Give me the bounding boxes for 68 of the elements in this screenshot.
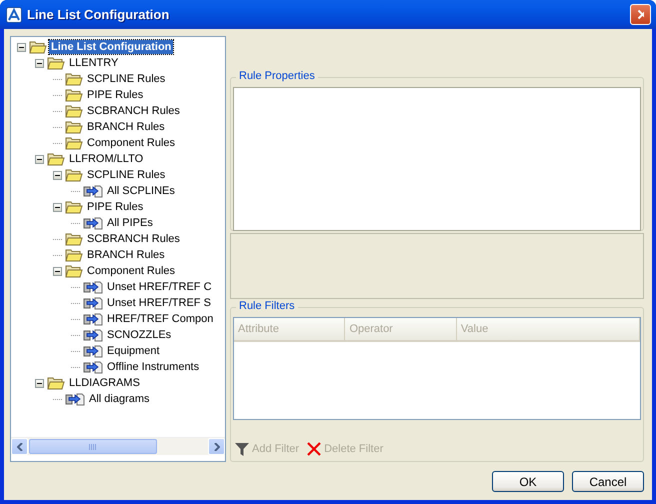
close-icon xyxy=(637,9,644,20)
arrow-page-icon xyxy=(83,280,103,294)
collapse-icon[interactable] xyxy=(53,202,62,212)
tree-item[interactable]: SCBRANCH Rules xyxy=(85,232,182,246)
close-button[interactable] xyxy=(630,4,651,25)
collapse-icon[interactable] xyxy=(35,154,44,164)
folder-icon xyxy=(65,120,83,134)
window-title: Line List Configuration xyxy=(27,7,170,22)
app-icon xyxy=(6,6,22,22)
arrow-page-icon xyxy=(83,344,103,358)
folder-icon xyxy=(29,40,47,54)
tree-item[interactable]: SCPLINE Rules xyxy=(85,168,168,182)
arrow-page-icon xyxy=(65,392,85,406)
folder-icon xyxy=(65,136,83,150)
scroll-left-button[interactable] xyxy=(11,438,28,455)
group-title: Rule Filters xyxy=(236,300,298,312)
tree-item[interactable]: LLFROM/LLTO xyxy=(67,152,146,166)
x-icon xyxy=(307,442,322,456)
collapse-icon[interactable] xyxy=(17,42,26,52)
group-title: Rule Properties xyxy=(236,70,318,82)
chevron-right-icon xyxy=(214,442,220,450)
arrow-page-icon xyxy=(83,312,103,326)
tree-item[interactable]: SCBRANCH Rules xyxy=(85,104,182,118)
tree-item[interactable]: SCPLINE Rules xyxy=(85,72,168,86)
folder-icon xyxy=(47,152,65,166)
arrow-page-icon xyxy=(83,360,103,374)
tree-item[interactable]: BRANCH Rules xyxy=(85,248,167,262)
tree-item[interactable]: PIPE Rules xyxy=(85,200,146,214)
tree-item[interactable]: HREF/TREF Compon xyxy=(105,312,216,326)
folder-icon xyxy=(65,232,83,246)
folder-icon xyxy=(65,248,83,262)
funnel-icon xyxy=(235,442,249,456)
collapse-icon[interactable] xyxy=(53,170,62,180)
tree-item[interactable]: Component Rules xyxy=(85,264,178,278)
tree-item[interactable]: Equipment xyxy=(105,344,162,358)
tree-item[interactable]: Unset HREF/TREF S xyxy=(105,296,213,310)
tree-item[interactable]: All diagrams xyxy=(87,392,152,406)
dialog-button[interactable]: Cancel xyxy=(572,471,644,492)
collapse-icon[interactable] xyxy=(35,378,44,388)
tree-item[interactable]: All SCPLINEs xyxy=(105,184,177,198)
folder-icon xyxy=(65,88,83,102)
scroll-right-button[interactable] xyxy=(208,438,225,455)
tree-item[interactable]: SCNOZZLEs xyxy=(105,328,174,342)
tree-item[interactable]: LLDIAGRAMS xyxy=(67,376,142,390)
scrollbar-thumb[interactable] xyxy=(29,439,157,454)
folder-icon xyxy=(65,264,83,278)
tree-item[interactable]: LLENTRY xyxy=(67,56,120,70)
folder-icon xyxy=(65,200,83,214)
tree-item[interactable]: PIPE Rules xyxy=(85,88,146,102)
tree-item[interactable]: Line List Configuration xyxy=(49,40,174,54)
chevron-left-icon xyxy=(16,442,22,450)
arrow-page-icon xyxy=(83,216,103,230)
arrow-page-icon xyxy=(83,296,103,310)
folder-icon xyxy=(65,168,83,182)
tree-item[interactable]: Offline Instruments xyxy=(105,360,202,374)
folder-icon xyxy=(47,56,65,70)
collapse-icon[interactable] xyxy=(35,58,44,68)
tree-item[interactable]: Unset HREF/TREF C xyxy=(105,280,214,294)
dialog-button[interactable]: OK xyxy=(492,471,564,492)
folder-icon xyxy=(47,376,65,390)
tree-item[interactable]: BRANCH Rules xyxy=(85,120,167,134)
folder-icon xyxy=(65,104,83,118)
tree-item[interactable]: All PIPEs xyxy=(105,216,155,230)
arrow-page-icon xyxy=(83,184,103,198)
tree-item[interactable]: Component Rules xyxy=(85,136,178,150)
folder-icon xyxy=(65,72,83,86)
arrow-page-icon xyxy=(83,328,103,342)
collapse-icon[interactable] xyxy=(53,266,62,276)
